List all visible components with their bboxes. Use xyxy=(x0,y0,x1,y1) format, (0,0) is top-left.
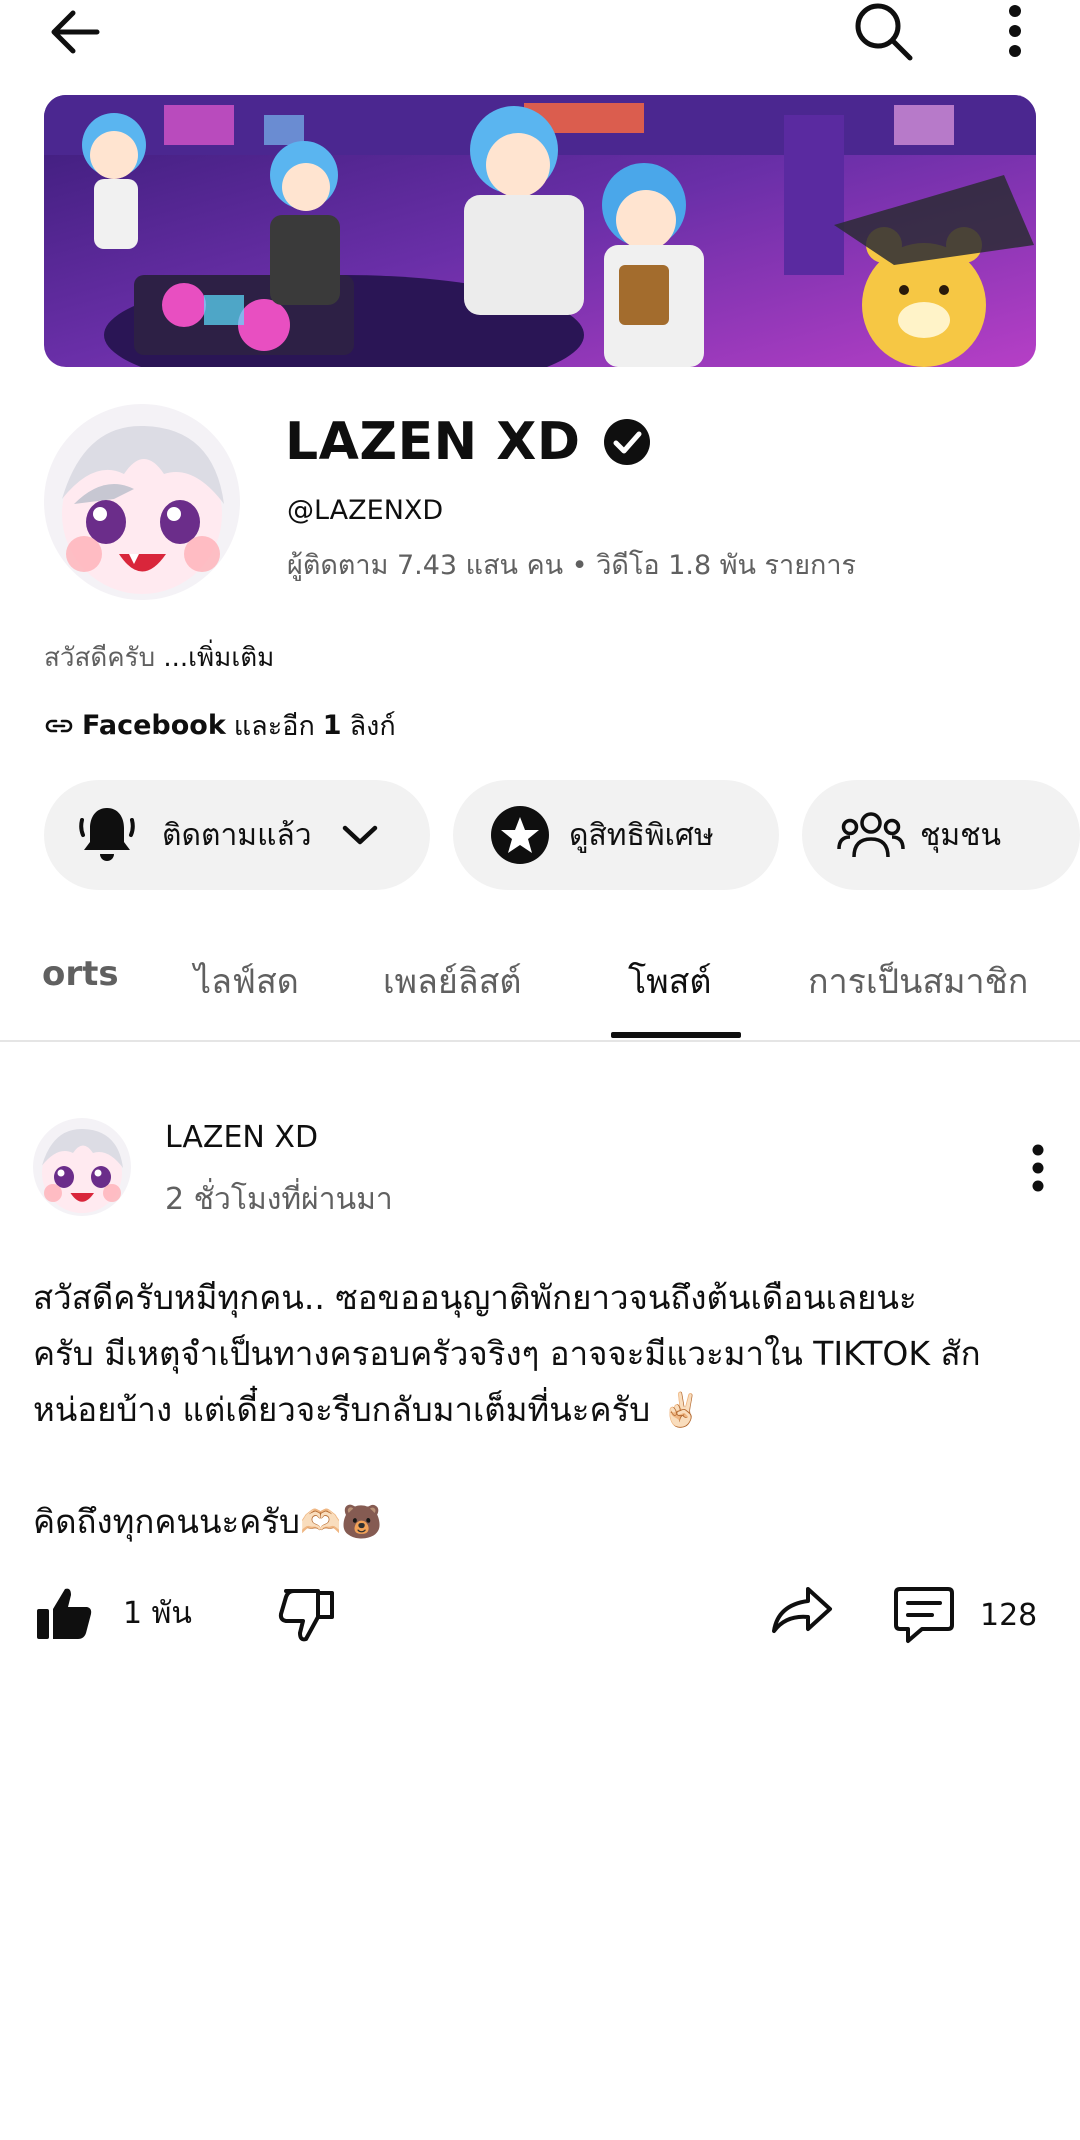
bell-icon xyxy=(79,808,135,861)
channel-stats: ผู้ติดตาม 7.43 แสน คน • วิดีโอ 1.8 พัน ร… xyxy=(287,550,857,581)
like-button[interactable]: 1 พัน xyxy=(35,1585,192,1641)
share-icon xyxy=(772,1587,832,1633)
channel-banner xyxy=(44,95,1036,367)
channel-name: LAZEN XD xyxy=(285,412,652,472)
arrow-left-icon xyxy=(51,10,100,54)
comment-count: 128 xyxy=(980,1597,1038,1633)
share-button[interactable] xyxy=(770,1585,834,1635)
comments-button[interactable]: 128 xyxy=(892,1585,1037,1645)
link-primary[interactable]: Facebook xyxy=(82,710,226,741)
channel-tabs: orts ไลฟ์สด เพลย์ลิสต์ โพสต์ การเป็นสมาช… xyxy=(0,930,1080,1042)
channel-links[interactable]: Facebook และอีก 1 ลิงก์ xyxy=(44,704,396,747)
back-button[interactable] xyxy=(40,2,110,62)
more-options-button[interactable] xyxy=(995,0,1035,62)
view-perks-button[interactable]: ดูสิทธิพิเศษ xyxy=(453,780,779,890)
description-text: สวัสดีครับ xyxy=(44,643,156,673)
thumbs-up-icon xyxy=(37,1588,92,1639)
description-more-link[interactable]: ...เพิ่มเติม xyxy=(163,643,274,673)
subscribed-label: ติดตามแล้ว xyxy=(162,817,312,853)
tab-live[interactable]: ไลฟ์สด xyxy=(194,954,299,1008)
search-icon xyxy=(855,3,913,61)
view-perks-label: ดูสิทธิพิเศษ xyxy=(569,817,714,853)
post-author-avatar[interactable] xyxy=(33,1118,131,1216)
more-vert-icon xyxy=(1032,1144,1044,1192)
tab-playlists[interactable]: เพลย์ลิสต์ xyxy=(383,954,521,1008)
post-author-name[interactable]: LAZEN XD xyxy=(165,1120,318,1155)
post-more-button[interactable] xyxy=(1020,1140,1056,1196)
subscribed-button[interactable]: ติดตามแล้ว xyxy=(44,780,430,890)
channel-name-text: LAZEN XD xyxy=(285,412,581,472)
channel-avatar[interactable] xyxy=(44,404,240,600)
community-button[interactable]: ชุมชน xyxy=(802,780,1080,890)
comment-icon xyxy=(894,1587,954,1643)
channel-description[interactable]: สวัสดีครับ ...เพิ่มเติม xyxy=(44,637,274,678)
link-unit: ลิงก์ xyxy=(349,711,396,742)
community-label: ชุมชน xyxy=(920,817,1002,853)
search-button[interactable] xyxy=(848,0,918,62)
thumbs-down-icon xyxy=(278,1589,334,1642)
dislike-button[interactable] xyxy=(278,1585,336,1645)
tab-posts[interactable]: โพสต์ xyxy=(628,954,712,1008)
active-tab-indicator xyxy=(611,1032,741,1038)
tab-shorts[interactable]: orts xyxy=(42,954,119,994)
post-timestamp: 2 ชั่วโมงที่ผ่านมา xyxy=(165,1182,393,1217)
link-suffix: และอีก xyxy=(233,711,315,742)
tab-membership[interactable]: การเป็นสมาชิก xyxy=(808,954,1028,1008)
link-count: 1 xyxy=(322,710,342,741)
more-vert-icon xyxy=(1009,5,1021,57)
link-icon xyxy=(45,719,73,732)
star-badge-icon xyxy=(491,806,549,864)
post-body-text: สวัสดีครับหมีทุกคน.. ซอขออนุญาติพักยาวจน… xyxy=(33,1278,981,1541)
community-icon xyxy=(837,812,905,858)
chevron-down-icon xyxy=(342,825,377,845)
verified-check-icon xyxy=(604,419,651,465)
like-count: 1 พัน xyxy=(123,1595,192,1631)
channel-handle: @LAZENXD xyxy=(287,495,444,526)
